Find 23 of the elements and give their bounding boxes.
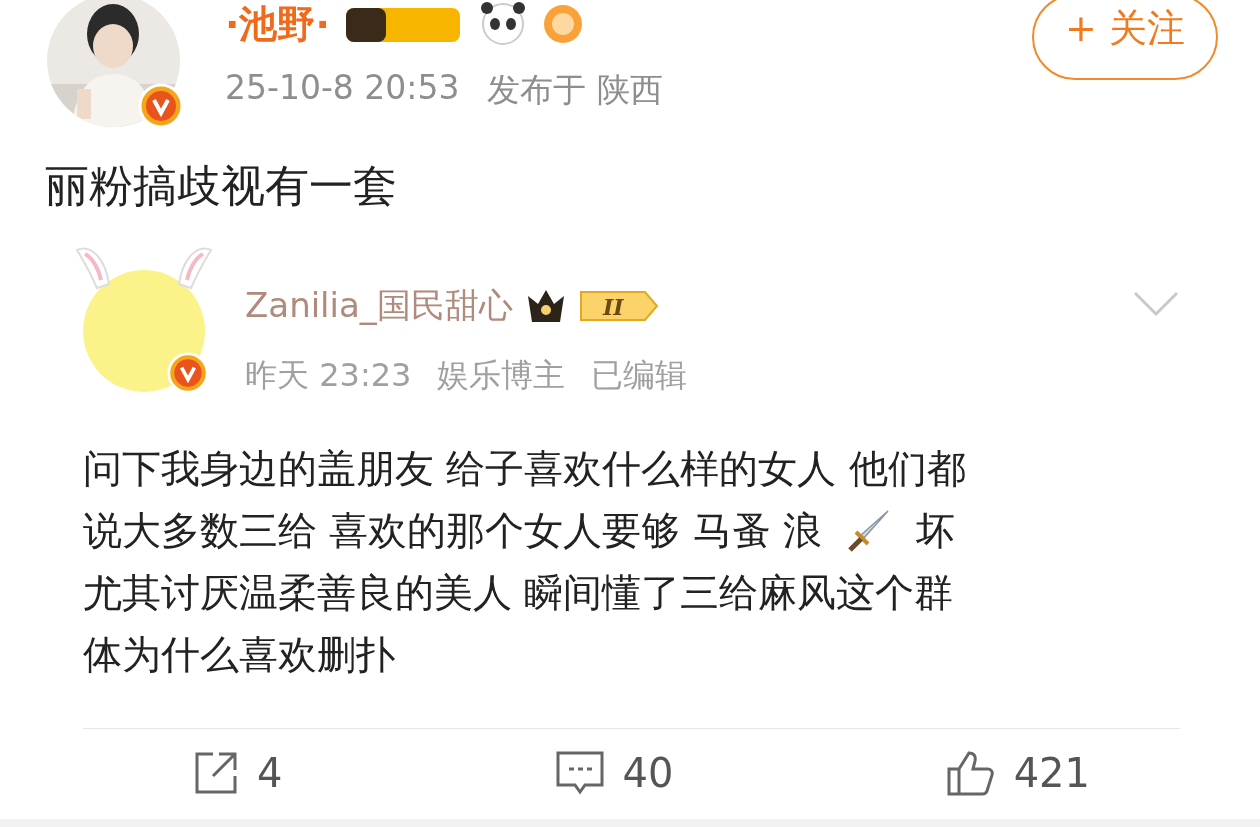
level-tag-icon: II: [578, 289, 659, 323]
post-meta: 娱乐博主: [437, 355, 566, 396]
post-text-line: 坏: [916, 507, 956, 555]
verified-badge-icon: [138, 83, 184, 129]
post-meta: 昨天 23:23: [245, 355, 412, 396]
share-icon[interactable]: [193, 750, 239, 796]
verified-badge-icon: [167, 352, 209, 394]
post-meta: 已编辑: [591, 355, 688, 396]
action-count: 421: [1013, 750, 1090, 796]
post-time: 25-10-8 20:53: [225, 68, 460, 109]
post-location: 发布于 陕西: [487, 69, 663, 111]
like-icon[interactable]: [945, 749, 996, 797]
comment-icon[interactable]: [554, 750, 605, 796]
post-text-line: 说大多数三给 喜欢的那个女人要够 马蚤 浪: [83, 507, 823, 555]
action-count: 40: [622, 750, 674, 796]
post-text-line: 尤其讨厌温柔善良的美人 瞬间懂了三给麻风这个群: [83, 569, 954, 617]
follow-button[interactable]: + 关注: [1032, 0, 1218, 80]
post-text-line: 体为什么喜欢删扑: [83, 631, 395, 679]
author-name[interactable]: ·池野·: [225, 0, 330, 50]
action-count: 4: [257, 750, 283, 796]
post-text: 丽粉搞歧视有一套: [45, 159, 398, 213]
author-name[interactable]: Zanilia_国民甜心: [245, 283, 513, 329]
post-text-line: 问下我身边的盖朋友 给子喜欢什么样的女人 他们都: [83, 445, 966, 493]
